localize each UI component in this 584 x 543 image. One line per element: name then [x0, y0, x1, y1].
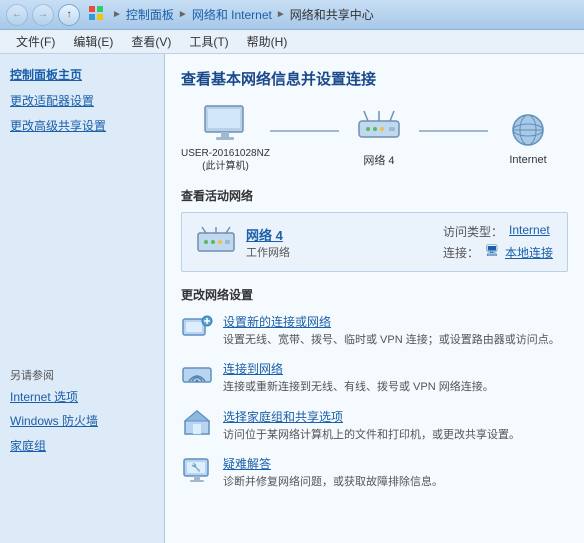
nav-buttons: ← → ↑: [6, 4, 80, 26]
breadcrumb-current: 网络和共享中心: [290, 6, 374, 23]
menu-bar: 文件(F) 编辑(E) 查看(V) 工具(T) 帮助(H): [0, 30, 584, 54]
windows-icon: [88, 5, 104, 24]
computer-icon: [201, 103, 249, 143]
content-area: 查看基本网络信息并设置连接 USER-20161028NZ(此计算机): [165, 54, 584, 543]
net-node-router: 网络 4: [339, 108, 419, 168]
connection-row: 连接： 🖥 本地连接: [443, 244, 553, 261]
internet-label: Internet: [509, 154, 546, 166]
network-diagram: USER-20161028NZ(此计算机): [181, 103, 568, 173]
sidebar-adapter-settings[interactable]: 更改适配器设置: [10, 93, 154, 110]
router-icon: [355, 108, 403, 148]
setting-item-new-connection: 设置新的连接或网络 设置无线、宽带、拨号、临时或 VPN 连接；或设置路由器或访…: [181, 313, 568, 348]
network-card-left: 网络 4 工作网络: [196, 225, 290, 260]
sidebar-homegroup[interactable]: 家庭组: [10, 438, 155, 455]
setting-item-connect-network: 连接到网络 连接或重新连接到无线、有线、拨号或 VPN 网络连接。: [181, 360, 568, 395]
up-button[interactable]: ↑: [58, 4, 80, 26]
setting-4-link[interactable]: 疑难解答: [223, 455, 568, 472]
setting-1-desc: 设置无线、宽带、拨号、临时或 VPN 连接；或设置路由器或访问点。: [223, 334, 560, 346]
breadcrumb-control-panel[interactable]: 控制面板: [126, 6, 174, 23]
sidebar-home-link[interactable]: 控制面板主页: [10, 66, 154, 83]
sidebar-internet-options[interactable]: Internet 选项: [10, 389, 155, 406]
troubleshoot-icon: 🔧: [181, 455, 213, 483]
network-card-icon: [196, 225, 236, 259]
breadcrumb-sep-2: ►: [178, 9, 188, 20]
network-name[interactable]: 网络 4: [246, 225, 290, 244]
network-card: 网络 4 工作网络 访问类型： Internet 连接： 🖥 本地连接: [181, 212, 568, 272]
network-label: 网络 4: [363, 152, 394, 168]
sidebar: 控制面板主页 更改适配器设置 更改高级共享设置 另请参阅 Internet 选项…: [0, 54, 165, 543]
menu-help[interactable]: 帮助(H): [239, 31, 296, 52]
setting-1-link[interactable]: 设置新的连接或网络: [223, 313, 568, 330]
net-line-1: [270, 130, 339, 132]
setting-2-text: 连接到网络 连接或重新连接到无线、有线、拨号或 VPN 网络连接。: [223, 360, 568, 395]
breadcrumb: ► 控制面板 ► 网络和 Internet ► 网络和共享中心: [88, 5, 374, 24]
setting-4-desc: 诊断并修复网络问题，或获取故障排除信息。: [223, 476, 443, 488]
setting-2-desc: 连接或重新连接到无线、有线、拨号或 VPN 网络连接。: [223, 381, 494, 393]
svg-text:🔧: 🔧: [191, 462, 201, 472]
access-type-row: 访问类型： Internet: [443, 223, 550, 240]
active-network-title: 查看活动网络: [181, 187, 568, 204]
net-node-internet: Internet: [488, 110, 568, 166]
main-layout: 控制面板主页 更改适配器设置 更改高级共享设置 另请参阅 Internet 选项…: [0, 54, 584, 543]
access-type-label: 访问类型：: [443, 223, 503, 240]
network-info: 网络 4 工作网络: [246, 225, 290, 260]
homegroup-icon: [181, 408, 213, 436]
setting-4-text: 疑难解答 诊断并修复网络问题，或获取故障排除信息。: [223, 455, 568, 490]
setting-3-desc: 访问位于某网络计算机上的文件和打印机，或更改共享设置。: [223, 429, 520, 441]
sidebar-also-see-title: 另请参阅: [10, 367, 155, 383]
change-settings-title: 更改网络设置: [181, 286, 568, 303]
connection-label: 连接：: [443, 244, 479, 261]
net-node-computer: USER-20161028NZ(此计算机): [181, 103, 270, 173]
sidebar-windows-firewall[interactable]: Windows 防火墙: [10, 413, 155, 430]
connect-network-icon: [181, 360, 213, 388]
breadcrumb-network-internet[interactable]: 网络和 Internet: [192, 6, 272, 23]
network-type: 工作网络: [246, 244, 290, 260]
connection-value[interactable]: 本地连接: [505, 244, 553, 261]
menu-view[interactable]: 查看(V): [123, 31, 179, 52]
access-type-value[interactable]: Internet: [509, 223, 550, 240]
title-bar: ← → ↑ ► 控制面板 ► 网络和 Internet ► 网络和共享中心: [0, 0, 584, 30]
setting-item-troubleshoot: 🔧 疑难解答 诊断并修复网络问题，或获取故障排除信息。: [181, 455, 568, 490]
internet-icon: [504, 110, 552, 150]
connection-icon: 🖥: [485, 244, 499, 261]
computer-label: USER-20161028NZ(此计算机): [181, 147, 270, 173]
page-title: 查看基本网络信息并设置连接: [181, 68, 568, 89]
setting-3-text: 选择家庭组和共享选项 访问位于某网络计算机上的文件和打印机，或更改共享设置。: [223, 408, 568, 443]
back-button[interactable]: ←: [6, 4, 28, 26]
breadcrumb-sep-1: ►: [112, 9, 122, 20]
network-card-right: 访问类型： Internet 连接： 🖥 本地连接: [443, 223, 553, 261]
net-line-2: [419, 130, 488, 132]
forward-button[interactable]: →: [32, 4, 54, 26]
sidebar-advanced-sharing[interactable]: 更改高级共享设置: [10, 118, 154, 135]
menu-edit[interactable]: 编辑(E): [65, 31, 121, 52]
menu-tools[interactable]: 工具(T): [181, 31, 236, 52]
breadcrumb-sep-3: ►: [276, 9, 286, 20]
setting-3-link[interactable]: 选择家庭组和共享选项: [223, 408, 568, 425]
setting-1-text: 设置新的连接或网络 设置无线、宽带、拨号、临时或 VPN 连接；或设置路由器或访…: [223, 313, 568, 348]
new-connection-icon: [181, 313, 213, 341]
setting-2-link[interactable]: 连接到网络: [223, 360, 568, 377]
setting-item-homegroup: 选择家庭组和共享选项 访问位于某网络计算机上的文件和打印机，或更改共享设置。: [181, 408, 568, 443]
menu-file[interactable]: 文件(F): [8, 31, 63, 52]
